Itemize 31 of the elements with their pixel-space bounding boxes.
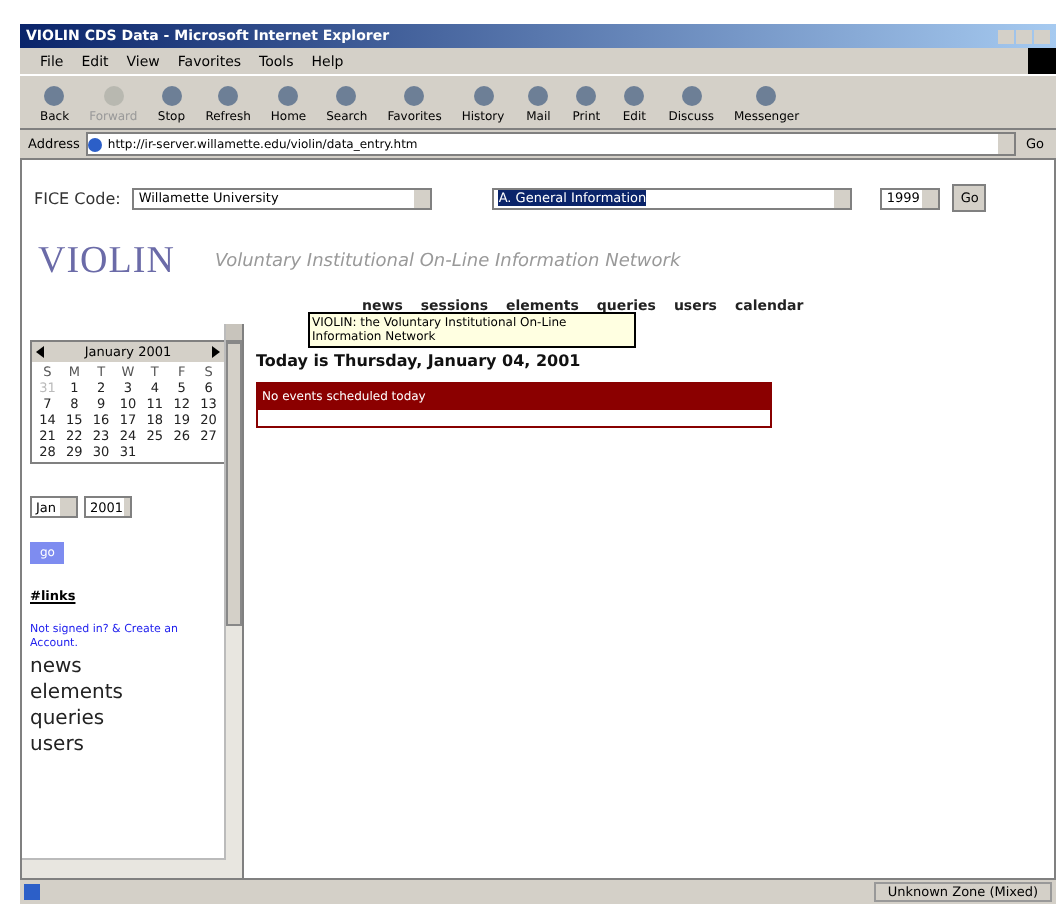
toolbar-icon bbox=[99, 81, 128, 109]
logo: VIOLIN bbox=[38, 240, 175, 284]
scrollbar[interactable] bbox=[224, 324, 242, 878]
sidebar-link[interactable]: news bbox=[30, 656, 82, 679]
toolbar-icon bbox=[400, 81, 429, 109]
toolbar-icon bbox=[157, 81, 186, 109]
toolbar-icon bbox=[524, 81, 553, 109]
dropdown-icon bbox=[997, 134, 1014, 154]
toolbar-icon bbox=[752, 81, 781, 109]
page-icon bbox=[87, 137, 102, 151]
toolbar-icon bbox=[469, 81, 498, 109]
toolbar-icon bbox=[214, 81, 243, 109]
tagline: Voluntary Institutional On-Line Information Network bbox=[214, 252, 681, 272]
minimize-button[interactable] bbox=[998, 29, 1014, 43]
toolbar-icon bbox=[274, 81, 303, 109]
page-icon bbox=[24, 884, 40, 900]
sidebar-link[interactable]: elements bbox=[30, 682, 123, 705]
scrollbar-thumb[interactable] bbox=[226, 342, 242, 626]
close-button[interactable] bbox=[1034, 29, 1050, 43]
toolbar-icon bbox=[572, 81, 601, 109]
toolbar-icon bbox=[677, 81, 706, 109]
maximize-button[interactable] bbox=[1016, 29, 1032, 43]
today-text: Today is Thursday, January 04, 2001 bbox=[256, 352, 581, 370]
scrollbar[interactable] bbox=[22, 858, 226, 878]
sidebar-link[interactable]: queries bbox=[30, 708, 105, 731]
toolbar-icon bbox=[332, 81, 361, 109]
previous-month-arrow[interactable] bbox=[36, 346, 44, 358]
toolbar-icon bbox=[620, 81, 649, 109]
toolbar-icon bbox=[40, 81, 69, 109]
sidebar-link[interactable]: users bbox=[30, 734, 85, 757]
fice-label: FICE Code: bbox=[34, 189, 121, 207]
